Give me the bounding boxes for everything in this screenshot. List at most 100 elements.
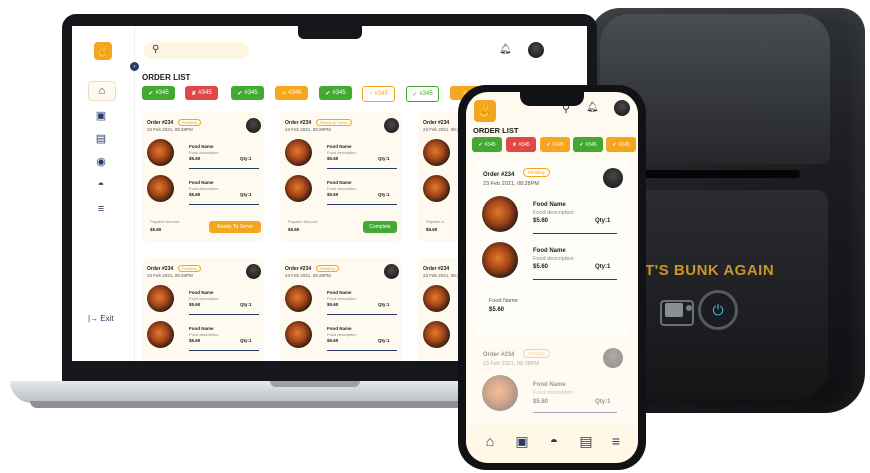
check-icon: ✔ bbox=[237, 90, 243, 97]
bell-icon[interactable]: 🔔︎ bbox=[586, 102, 599, 113]
order-date: 23 Feb 2021, 08:2 bbox=[423, 273, 460, 278]
food-image bbox=[482, 196, 518, 232]
sidebar-item-dishes[interactable]: ◉ bbox=[88, 152, 114, 170]
food-price: $5.60 bbox=[189, 338, 201, 343]
nav-settings[interactable]: ≡ bbox=[606, 433, 626, 449]
bell-icon[interactable]: 🔔︎ bbox=[499, 44, 512, 55]
food-price: $5.60 bbox=[533, 399, 549, 405]
order-number: Order #234 bbox=[483, 172, 515, 178]
food-description: Food description bbox=[327, 296, 357, 301]
order-card[interactable]: Order #234 Ready to Serve 23 Feb 2021, 0… bbox=[280, 112, 402, 242]
order-number: Order #234 bbox=[285, 120, 312, 126]
divider bbox=[533, 233, 617, 234]
payable-label: Payable Amount bbox=[288, 219, 318, 224]
order-chip[interactable]: ✔ #345 bbox=[319, 86, 352, 100]
exit-button[interactable]: |→ Exit bbox=[88, 314, 114, 323]
payable-amount: $5.60 bbox=[150, 227, 162, 232]
order-chip[interactable]: ✔ #345 bbox=[573, 137, 603, 152]
food-price: $5.60 bbox=[327, 302, 339, 307]
sidebar-item-home[interactable]: ⌂ bbox=[88, 81, 116, 101]
ready-to-serve-button[interactable]: Ready To Serve bbox=[209, 221, 261, 233]
food-image bbox=[285, 285, 312, 312]
food-description: Food description bbox=[189, 296, 219, 301]
home-icon: ⌂ bbox=[98, 85, 106, 97]
avatar bbox=[246, 118, 261, 133]
menu-icon: ▤ bbox=[579, 433, 593, 449]
food-description: Food description bbox=[189, 332, 219, 337]
power-button[interactable]: ⏻ bbox=[698, 290, 738, 330]
food-name: Food Name bbox=[327, 144, 352, 149]
food-image bbox=[482, 375, 518, 411]
phone-screen: ✌ ⚲ 🔔︎ ORDER LIST ✔ #345 ✘ #345 ✔ #345 ✔ #34… bbox=[466, 92, 638, 463]
food-image bbox=[147, 175, 174, 202]
order-card[interactable]: Order #234 Pending 23 Feb 2021, 08:28PM … bbox=[142, 258, 264, 361]
food-description: Food description bbox=[533, 210, 574, 216]
sidebar-collapse-button[interactable]: ‹ bbox=[130, 62, 139, 71]
cross-icon: ✘ bbox=[512, 141, 517, 148]
food-qty: Qty:1 bbox=[595, 264, 611, 270]
order-number: Order #234 bbox=[285, 266, 312, 272]
food-name: Food Name bbox=[489, 298, 518, 304]
order-card[interactable]: Order #234 Pending 23 Feb 2021, 08:28PM … bbox=[142, 112, 264, 242]
divider bbox=[327, 168, 397, 169]
payable-amount: $5.60 bbox=[288, 227, 300, 232]
divider bbox=[189, 314, 259, 315]
nav-orders[interactable]: ▣ bbox=[512, 433, 532, 450]
order-card[interactable]: Order #234 Pending 23 Feb 2021, 08:28PM … bbox=[473, 342, 631, 422]
nav-home[interactable]: ⌂ bbox=[480, 433, 500, 449]
printer-paper-slot bbox=[640, 170, 800, 178]
order-number: Order #234 bbox=[423, 266, 450, 272]
order-chip[interactable]: ✔ #345 bbox=[142, 86, 175, 100]
avatar[interactable] bbox=[614, 100, 630, 116]
food-name: Food Name bbox=[327, 326, 352, 331]
order-chip[interactable]: ◔ #345 bbox=[362, 86, 395, 102]
bag-icon: ▣ bbox=[95, 109, 107, 122]
status-badge: Pending bbox=[316, 265, 339, 272]
order-chip[interactable]: ✔ #345 bbox=[540, 137, 570, 152]
order-chip[interactable]: ⌓ #345 bbox=[275, 86, 308, 100]
food-name: Food Name bbox=[189, 290, 214, 295]
food-qty: Qty:1 bbox=[378, 338, 390, 343]
order-number: Order #234 bbox=[147, 266, 174, 272]
check-icon: ✔ bbox=[325, 90, 331, 97]
home-icon: ⌂ bbox=[485, 433, 495, 449]
order-chip[interactable]: ✘ #345 bbox=[185, 86, 218, 100]
food-qty: Qty:1 bbox=[378, 156, 390, 161]
food-name: Food Name bbox=[533, 382, 566, 388]
nav-menu[interactable]: ▤ bbox=[576, 433, 596, 450]
search-input[interactable] bbox=[144, 42, 249, 59]
food-description: Food description bbox=[533, 256, 574, 262]
sidebar-item-chef[interactable]: ◓ bbox=[88, 176, 114, 194]
page-title: ORDER LIST bbox=[142, 73, 191, 82]
dish-icon: ◓ bbox=[549, 433, 559, 449]
order-chip[interactable]: ✔ #345 bbox=[231, 86, 264, 100]
order-card[interactable]: Order #234 Pending 23 Feb 2021, 08:28PM … bbox=[473, 160, 631, 336]
order-card[interactable]: Order #234 Pending 23 Feb 2021, 08:28PM … bbox=[280, 258, 402, 361]
food-name: Food Name bbox=[189, 326, 214, 331]
laptop-camera-notch bbox=[298, 26, 362, 39]
food-image bbox=[147, 285, 174, 312]
order-chip[interactable]: ✔ #345 bbox=[606, 137, 636, 152]
sidebar-item-menu[interactable]: ▤ bbox=[88, 129, 114, 147]
sidebar-item-settings[interactable]: ≡ bbox=[88, 200, 114, 218]
food-image bbox=[285, 175, 312, 202]
avatar bbox=[603, 348, 623, 368]
order-date: 23 Feb 2021, 08:28PM bbox=[483, 361, 539, 367]
divider bbox=[327, 204, 397, 205]
chef-icon: ◓ bbox=[97, 179, 105, 191]
avatar[interactable] bbox=[528, 42, 544, 58]
order-chip[interactable]: ✓ #345 bbox=[406, 86, 439, 102]
complete-button[interactable]: Complete bbox=[363, 221, 397, 233]
order-chip[interactable]: ✔ #345 bbox=[472, 137, 502, 152]
food-image bbox=[423, 285, 450, 312]
sidebar: ✌ ⌂ ▣ ▤ ◉ ◓ ≡ |→ Exit bbox=[72, 26, 135, 361]
restaurant-logo-icon: ✌ bbox=[94, 42, 112, 60]
indicator-light bbox=[686, 305, 692, 311]
order-chip[interactable]: ✘ #345 bbox=[506, 137, 536, 152]
check-icon: ✔ bbox=[478, 141, 483, 148]
sidebar-item-orders[interactable]: ▣ bbox=[88, 106, 114, 124]
chevron-left-icon: ‹ bbox=[133, 63, 136, 70]
food-name: Food Name bbox=[533, 202, 566, 208]
nav-dishes[interactable]: ◓ bbox=[544, 433, 564, 449]
food-price: $5.60 bbox=[189, 156, 201, 161]
